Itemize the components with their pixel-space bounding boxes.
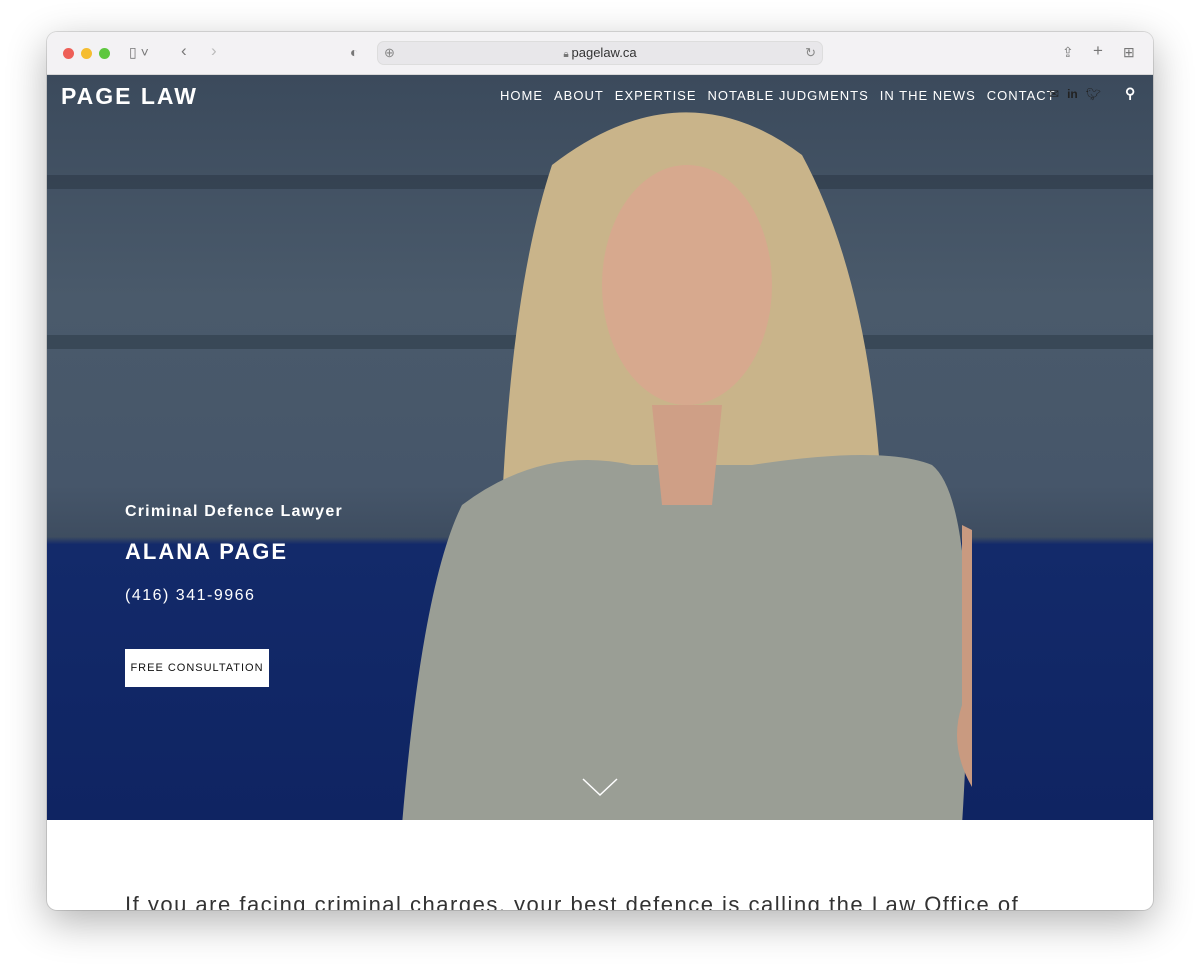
nav-home[interactable]: HOME (500, 88, 543, 103)
main-menu: HOME ABOUT EXPERTISE NOTABLE JUDGMENTS I… (500, 88, 1056, 103)
site-logo[interactable]: PAGE LAW (61, 83, 198, 110)
intro-text: If you are facing criminal charges, your… (125, 892, 1020, 910)
scroll-down-chevron-icon[interactable] (582, 777, 618, 797)
browser-window: ▯ ˅ ‹ › ◐ ⊕ 🔒︎ pagelaw.ca ↻ ⇪ + ⊞ PAGE LAW… (47, 32, 1153, 910)
nav-in-the-news[interactable]: IN THE NEWS (880, 88, 976, 103)
nav-expertise[interactable]: EXPERTISE (615, 88, 697, 103)
lock-icon: 🔒︎ (563, 49, 572, 60)
new-tab-icon[interactable]: + (1093, 41, 1103, 61)
share-icon[interactable]: ⇪ (1062, 44, 1074, 61)
minimize-window-button[interactable] (81, 48, 92, 59)
tab-overview-icon[interactable]: ⊞ (1123, 44, 1135, 61)
nav-about[interactable]: ABOUT (554, 88, 604, 103)
site-nav: PAGE LAW HOME ABOUT EXPERTISE NOTABLE JU… (47, 75, 1153, 115)
back-icon[interactable]: ‹ (181, 41, 187, 61)
address-bar[interactable]: ⊕ 🔒︎ pagelaw.ca ↻ (377, 41, 823, 65)
nav-notable-judgments[interactable]: NOTABLE JUDGMENTS (708, 88, 869, 103)
maximize-window-button[interactable] (99, 48, 110, 59)
hero-name: ALANA PAGE (125, 539, 288, 564)
hero-section: PAGE LAW HOME ABOUT EXPERTISE NOTABLE JU… (47, 75, 1153, 820)
twitter-icon[interactable]: 🐦︎ (1086, 87, 1101, 101)
shield-icon[interactable]: ◐ (350, 44, 358, 60)
page-settings-icon[interactable]: ⊕ (384, 42, 395, 64)
browser-toolbar: ▯ ˅ ‹ › ◐ ⊕ 🔒︎ pagelaw.ca ↻ ⇪ + ⊞ (47, 32, 1153, 75)
nav-contact[interactable]: CONTACT (987, 88, 1056, 103)
search-icon[interactable]: ⚲ (1125, 85, 1135, 102)
hero-phone[interactable]: (416) 341-9966 (125, 587, 343, 605)
lawyer-portrait-image (402, 112, 972, 820)
hero-subtitle: Criminal Defence Lawyer (125, 503, 343, 520)
reload-icon[interactable]: ↻ (805, 42, 816, 64)
sidebar-icon[interactable]: ▯ ˅ (129, 44, 149, 61)
hero-copy: Criminal Defence Lawyer ALANA PAGE (416)… (125, 503, 343, 687)
mail-icon[interactable]: ✉ (1049, 87, 1059, 101)
social-links: ✉ in 🐦︎ (1049, 87, 1101, 101)
url-text: pagelaw.ca (571, 45, 637, 60)
free-consultation-button[interactable]: FREE CONSULTATION (125, 649, 269, 687)
close-window-button[interactable] (63, 48, 74, 59)
forward-icon[interactable]: › (211, 41, 217, 61)
linkedin-icon[interactable]: in (1067, 87, 1078, 101)
